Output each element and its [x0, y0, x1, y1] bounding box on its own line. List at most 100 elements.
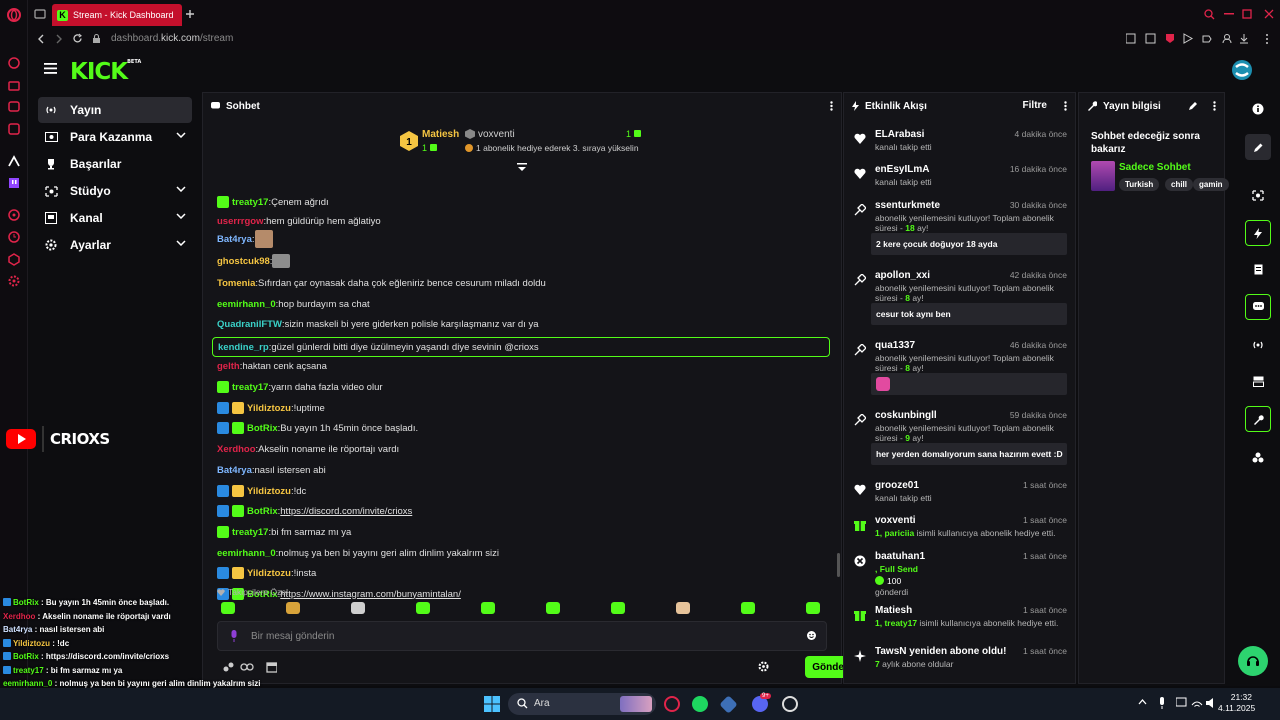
music-icon[interactable] — [7, 122, 21, 136]
chat-username[interactable]: ghostcuk98 — [217, 256, 270, 267]
kick-icon[interactable] — [7, 154, 21, 168]
emote-icon[interactable] — [806, 602, 820, 614]
twitch-icon[interactable] — [7, 176, 21, 190]
chat-message[interactable]: eemirhann_0: hop burdayım sa chat — [217, 296, 370, 312]
obs-icon[interactable] — [782, 696, 798, 712]
info-icon[interactable] — [1245, 96, 1271, 122]
hamburger-menu-icon[interactable] — [44, 63, 57, 74]
kick-logo[interactable]: KICKBETA — [70, 59, 141, 85]
chat-username[interactable]: kendine_rp — [218, 342, 269, 353]
chat-username[interactable]: treaty17 — [232, 382, 268, 393]
emote-icon[interactable] — [286, 602, 300, 614]
chat-message[interactable]: kendine_rp: güzel günlerdi bitti diye üz… — [212, 337, 830, 357]
activity-username[interactable]: Matiesh — [875, 605, 912, 616]
new-tab-icon[interactable] — [185, 9, 195, 19]
activity-username[interactable]: qua1337 — [875, 340, 915, 351]
tray-icons[interactable] — [1176, 697, 1216, 709]
clock-icon[interactable] — [7, 230, 21, 244]
chat-username[interactable]: Xerdhoo — [217, 444, 256, 455]
taskbar-search[interactable]: Ara — [508, 693, 656, 715]
tray-mic-icon[interactable] — [1158, 697, 1166, 709]
category-thumbnail[interactable] — [1091, 161, 1115, 191]
tag-chip[interactable]: Turkish — [1119, 178, 1160, 191]
tools-rail-icon[interactable] — [1245, 406, 1271, 432]
reload-icon[interactable] — [72, 33, 83, 44]
nav-item-ayarlar[interactable]: Ayarlar — [38, 232, 192, 258]
edit-pencil-icon[interactable] — [1188, 101, 1198, 111]
activity-menu-icon[interactable] — [1064, 101, 1067, 111]
emote-icon[interactable] — [416, 602, 430, 614]
activity-username[interactable]: ssenturkmete — [875, 200, 940, 211]
chat-message[interactable]: BotRix: https://discord.com/invite/criox… — [217, 503, 412, 519]
edit-stream-icon[interactable] — [1245, 134, 1271, 160]
spotify-icon[interactable] — [692, 696, 708, 712]
search-tabs-icon[interactable] — [1204, 9, 1215, 20]
forward-icon[interactable] — [54, 34, 64, 44]
info-menu-icon[interactable] — [1213, 101, 1216, 111]
broadcast-rail-icon[interactable] — [1245, 332, 1271, 358]
activity-rail-icon[interactable] — [1245, 220, 1271, 246]
chat-message[interactable]: BotRix: Bu yayın 1h 45min önce başladı. — [217, 420, 418, 436]
category-name[interactable]: Sadece Sohbet — [1119, 162, 1191, 173]
chat-username[interactable]: eemirhann_0 — [217, 548, 276, 559]
notes-icon[interactable] — [1245, 256, 1271, 282]
chat-menu-icon[interactable] — [830, 101, 833, 111]
chat-username[interactable]: Bat4rya — [217, 234, 252, 245]
opera-taskbar-icon[interactable] — [664, 696, 680, 712]
chat-message[interactable]: Xerdhoo: Akselin noname ile röportajı va… — [217, 441, 399, 457]
emoji-picker-icon[interactable] — [806, 630, 817, 641]
chat-message[interactable]: Bat4rya: nasıl istersen abi — [217, 462, 326, 478]
emote-icon[interactable] — [481, 602, 495, 614]
chat-rail-icon[interactable] — [1245, 294, 1271, 320]
chat-username[interactable]: BotRix — [247, 423, 278, 434]
opera-logo-icon[interactable] — [7, 8, 21, 22]
emote-icon[interactable] — [611, 602, 625, 614]
activity-username[interactable]: baatuhan1 — [875, 551, 925, 562]
chat-username[interactable]: treaty17 — [232, 527, 268, 538]
chat-username[interactable]: QuadraniIFTW — [217, 319, 282, 330]
chat-message[interactable]: treaty17: Çenem ağrıdı — [217, 194, 329, 210]
emote-icon[interactable] — [351, 602, 365, 614]
activity-username[interactable]: grooze01 — [875, 480, 919, 491]
nav-item-yayin[interactable]: Yayın — [38, 97, 192, 123]
cube-icon[interactable] — [7, 252, 21, 266]
collapse-pinned-icon[interactable] — [517, 163, 527, 172]
chat-message[interactable]: Tomenia: Sıfırdan çar oynasak daha çok e… — [217, 275, 546, 291]
activity-username[interactable]: coskunbingll — [875, 410, 937, 421]
chat-username[interactable]: BotRix — [247, 506, 278, 517]
messenger-icon[interactable] — [7, 100, 21, 114]
chat-username[interactable]: Yildiztozu — [247, 568, 291, 579]
chat-link[interactable]: https://discord.com/invite/crioxs — [280, 506, 412, 517]
tab-kick-dashboard[interactable]: K Stream - Kick Dashboard — [52, 4, 182, 26]
bag-icon[interactable] — [7, 78, 21, 92]
maximize-icon[interactable] — [1242, 9, 1252, 19]
nav-item-para-kazanma[interactable]: Para Kazanma — [38, 124, 192, 150]
chat-settings-icon[interactable] — [758, 661, 769, 672]
support-headset-icon[interactable] — [1238, 646, 1268, 676]
chat-message[interactable]: Yildiztozu: !insta — [217, 565, 316, 581]
chat-message[interactable]: Yildiztozu: !dc — [217, 483, 306, 499]
studio-rail-icon[interactable] — [1245, 182, 1271, 208]
emote-icon[interactable] — [546, 602, 560, 614]
chat-message[interactable]: Yildiztozu: !uptime — [217, 400, 325, 416]
apps-rail-icon[interactable] — [1245, 444, 1271, 470]
close-window-icon[interactable] — [1264, 9, 1274, 19]
chat-message[interactable]: treaty17: bi fm sarmaz mı ya — [217, 524, 351, 540]
windows-start-icon[interactable] — [484, 696, 500, 712]
chat-scrollbar[interactable] — [837, 553, 840, 577]
chat-username[interactable]: Yildiztozu — [247, 403, 291, 414]
chat-message[interactable]: userrrgow: hem güldürüp hem ağlatiyo — [217, 213, 381, 229]
emote-icon[interactable] — [741, 602, 755, 614]
chat-username[interactable]: Bat4rya — [217, 465, 252, 476]
activity-username[interactable]: TawsN yeniden abone oldu! — [875, 646, 1007, 657]
nav-item-basarilar[interactable]: Başarılar — [38, 151, 192, 177]
chat-username[interactable]: treaty17 — [232, 197, 268, 208]
minimize-icon[interactable] — [1224, 13, 1234, 15]
tab-menu-icon[interactable] — [34, 8, 46, 20]
nav-item-kanal[interactable]: Kanal — [38, 205, 192, 231]
activity-username[interactable]: ELArabasi — [875, 129, 924, 140]
chat-link[interactable]: https://www.instagram.com/bunyamintalan/ — [280, 589, 461, 600]
tray-clock[interactable]: 21:32 4.11.2025 — [1218, 692, 1255, 714]
back-icon[interactable] — [36, 34, 46, 44]
emote-icon[interactable] — [676, 602, 690, 614]
